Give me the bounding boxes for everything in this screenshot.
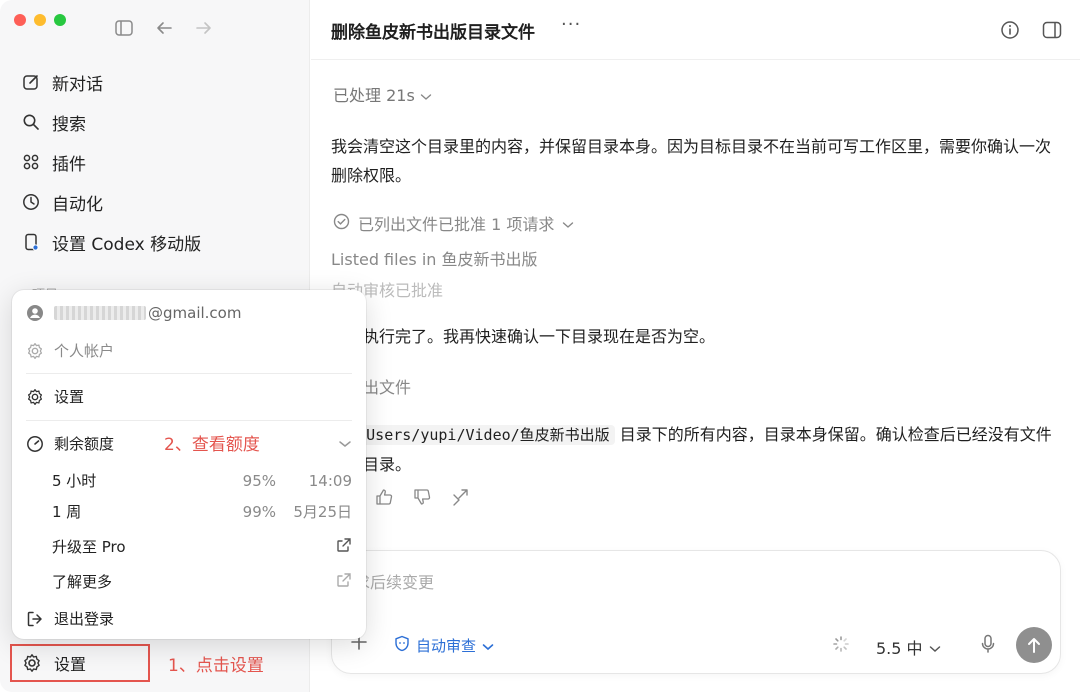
menu-item-label: 设置 (54, 388, 85, 406)
external-link-icon (336, 572, 352, 592)
page-title: 删除鱼皮新书出版目录文件 (331, 23, 535, 43)
clock-icon (22, 193, 40, 211)
thumbs-down-icon[interactable] (413, 488, 431, 506)
more-options-button[interactable]: ··· (561, 14, 581, 35)
menu-item-learn-more[interactable]: 了解更多 (52, 571, 352, 592)
menu-item-upgrade[interactable]: 升级至 Pro (52, 536, 352, 557)
chevron-down-icon (420, 86, 432, 105)
sidebar-item-search[interactable]: 搜索 (12, 102, 298, 142)
auto-review-dropdown[interactable]: 自动审查 (394, 635, 494, 656)
processed-toggle[interactable]: 已处理 21s (333, 82, 432, 106)
quota-row: 5 小时 95% 14:09 (52, 470, 352, 491)
gauge-icon (26, 435, 44, 453)
assistant-message: 我会清空这个目录里的内容，并保留目录本身。因为目标目录不在当前可写工作区里，需要… (331, 137, 1052, 185)
menu-email: @gmail.com (148, 304, 242, 322)
processed-label: 已处理 21s (333, 86, 415, 105)
user-icon (26, 304, 44, 322)
sidebar-item-label: 插件 (52, 154, 86, 175)
composer-placeholder[interactable]: 求后续变更 (354, 569, 434, 593)
loading-spinner-icon (832, 635, 850, 653)
settings-label: 设置 (54, 655, 87, 674)
external-link-icon (336, 537, 352, 557)
shield-icon (394, 635, 410, 656)
chevron-down-icon (338, 435, 352, 453)
approval-label: 已列出文件已批准 1 项请求 (358, 215, 555, 234)
approval-toggle[interactable]: 已列出文件已批准 1 项请求 (333, 211, 574, 235)
menu-item-label: 个人帐户 (54, 342, 115, 360)
menu-item-label: 了解更多 (52, 573, 113, 591)
tool-call-listed-files: Listed files in 鱼皮新书出版 (331, 250, 538, 269)
side-panel-icon[interactable] (1041, 19, 1063, 41)
menu-divider (26, 373, 352, 374)
auto-review-label: 自动审查 (416, 637, 477, 655)
main-pane: 删除鱼皮新书出版目录文件 ··· 已处理 21s 我会清空这个目录里的内容，并保… (311, 0, 1080, 692)
sidebar-item-label: 自动化 (52, 194, 103, 215)
sidebar-item-label: 新对话 (52, 74, 103, 95)
email-redacted (54, 306, 146, 320)
logout-icon (26, 610, 44, 628)
back-arrow-icon[interactable] (154, 18, 174, 38)
assistant-message: 空 /Users/yupi/Video/鱼皮新书出版 目录下的所有内容，目录本身… (331, 420, 1061, 479)
sidebar-settings-button[interactable]: 设置 (10, 644, 150, 682)
quota-reset: 14:09 (308, 471, 352, 490)
thumbs-up-icon[interactable] (375, 488, 393, 506)
quota-period: 5 小时 (52, 472, 97, 490)
sidebar-item-label: 搜索 (52, 114, 86, 135)
quota-reset: 5月25日 (293, 503, 352, 521)
check-circle-icon (333, 213, 350, 234)
menu-email-row: @gmail.com (26, 304, 352, 322)
sidebar-item-label: 设置 Codex 移动版 (52, 234, 202, 255)
menu-item-label: 退出登录 (54, 610, 115, 628)
app-window: 新对话 搜索 插件 自动化 设置 Codex 移动版 设置 1、点击设置 @gm… (0, 0, 1080, 692)
account-menu: @gmail.com 个人帐户 设置 剩余额度 5 小时 95% 14:09 1… (12, 290, 366, 639)
annotation-step-2: 2、查看额度 (164, 435, 260, 455)
forward-arrow-icon[interactable] (194, 18, 214, 38)
sidebar-toolbar (114, 18, 214, 38)
quota-period: 1 周 (52, 503, 82, 521)
sidebar-item-new-chat[interactable]: 新对话 (12, 62, 298, 102)
menu-item-account[interactable]: 个人帐户 (26, 340, 352, 361)
info-icon[interactable] (999, 19, 1021, 41)
menu-divider (26, 420, 352, 421)
sidebar-item-plugins[interactable]: 插件 (12, 142, 298, 182)
quota-percent: 95% (242, 471, 276, 490)
message-actions (375, 488, 469, 506)
assistant-message: 已经执行完了。我再快速确认一下目录现在是否为空。 (331, 327, 716, 346)
conversation-header: 删除鱼皮新书出版目录文件 ··· (311, 0, 1080, 60)
gear-icon (26, 342, 44, 360)
menu-item-label: 剩余额度 (54, 435, 115, 453)
mobile-icon (22, 233, 40, 251)
annotation-step-1: 1、点击设置 (168, 656, 264, 676)
share-icon[interactable] (451, 488, 469, 506)
sidebar-item-automation[interactable]: 自动化 (12, 182, 298, 222)
toggle-sidebar-icon[interactable] (114, 18, 134, 38)
sidebar-item-mobile-setup[interactable]: 设置 Codex 移动版 (12, 222, 298, 262)
microphone-icon[interactable] (978, 633, 998, 655)
quota-percent: 99% (242, 502, 276, 521)
model-selector[interactable]: 5.5 中 (876, 635, 941, 659)
sidebar-nav: 新对话 搜索 插件 自动化 设置 Codex 移动版 (12, 62, 298, 262)
search-icon (22, 113, 40, 131)
menu-item-logout[interactable]: 退出登录 (26, 608, 352, 629)
zoom-window-button[interactable] (54, 14, 66, 26)
inline-code-path: /Users/yupi/Video/鱼皮新书出版 (352, 425, 615, 445)
chevron-down-icon (562, 214, 574, 233)
plugins-icon (22, 153, 40, 171)
edit-icon (22, 73, 40, 91)
send-button[interactable] (1016, 627, 1052, 663)
minimize-window-button[interactable] (34, 14, 46, 26)
window-controls (14, 14, 66, 26)
arrow-up-icon (1028, 638, 1040, 653)
menu-item-label: 升级至 Pro (52, 538, 126, 556)
close-window-button[interactable] (14, 14, 26, 26)
model-label: 5.5 中 (876, 639, 923, 658)
gear-icon (22, 653, 42, 673)
quota-row: 1 周 99% 5月25日 (52, 501, 352, 522)
menu-item-settings[interactable]: 设置 (26, 386, 352, 407)
chevron-down-icon (482, 637, 494, 655)
message-composer[interactable]: 求后续变更 自动审查 5.5 中 (331, 550, 1061, 674)
chevron-down-icon (929, 638, 941, 657)
gear-icon (26, 388, 44, 406)
